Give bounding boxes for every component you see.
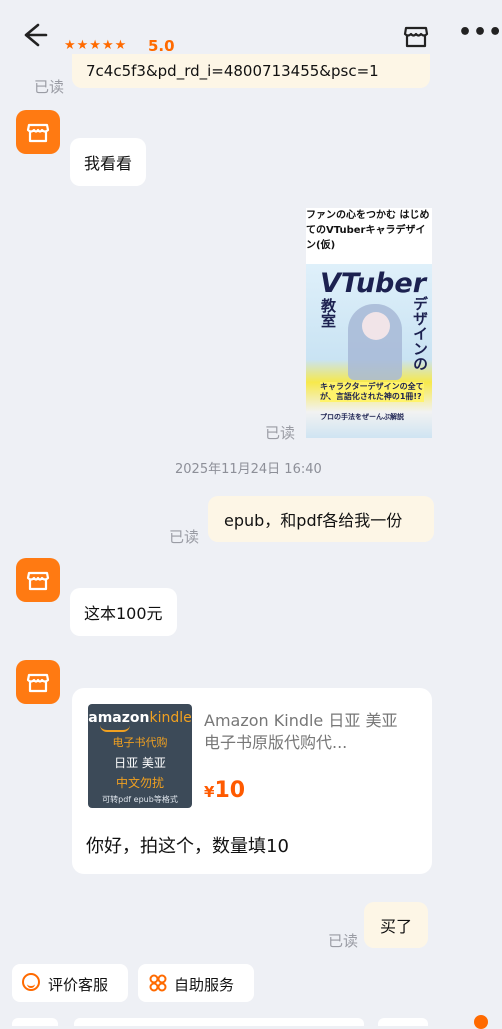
price-currency: ¥ [204, 783, 215, 801]
product-title[interactable]: Amazon Kindle 日亚 美亚 电子书原版代购代... [204, 710, 410, 754]
read-receipt: 已读 [34, 78, 65, 96]
cover-bottom-text: プロの手法をぜーんぶ解説 [320, 413, 404, 421]
smile-icon [22, 973, 40, 991]
input-bar-segment[interactable] [12, 1018, 58, 1026]
message-link-text: 7c4c5f3&pd_rd_i=4800713455&psc=1 [86, 62, 379, 80]
kindle-brand: amazonkindle [88, 710, 192, 726]
kindle-line-1: 电子书代购 [112, 736, 168, 749]
avatar[interactable] [16, 660, 60, 704]
book-cover-art: VTuber 教室 デザインの キャラクターデザインの全てが、言語化された神の1… [306, 264, 432, 438]
rate-service-label: 评价客服 [48, 976, 109, 994]
message-bubble[interactable]: epub，和pdf各给我一份 [208, 496, 434, 542]
message-bubble[interactable]: 这本100元 [70, 588, 177, 636]
notification-dot [474, 1015, 488, 1029]
message-link[interactable]: 7c4c5f3&pd_rd_i=4800713455&psc=1 [72, 54, 430, 88]
cover-side-title: デザインの [411, 296, 429, 371]
message-text: epub，和pdf各给我一份 [224, 511, 403, 530]
cover-character-face [362, 312, 390, 340]
shop-icon[interactable] [402, 22, 430, 50]
price-value: 10 [214, 778, 246, 803]
message-text: 这本100元 [84, 604, 163, 623]
read-receipt: 已读 [265, 424, 296, 442]
cover-left-title: 教室 [319, 298, 337, 328]
input-bar-segment[interactable] [378, 1018, 428, 1026]
self-service-button[interactable]: 自助服务 [138, 964, 254, 1002]
book-cover-image[interactable]: ファンの心をつかむ はじめてのVTuberキャラデザイン(仮) VTuber 教… [306, 208, 432, 438]
more-icon[interactable]: ••• [458, 20, 502, 45]
rating-value: 5.0 [148, 37, 175, 55]
bottom-input-bar [0, 1012, 502, 1029]
cover-big-title: VTuber [320, 268, 427, 299]
kindle-line-2: 日亚 美亚 [114, 756, 166, 770]
kindle-line-4: 可转pdf epub等格式 [102, 795, 178, 804]
input-bar-segment[interactable] [74, 1018, 364, 1026]
kindle-brand-amazon: amazon [88, 710, 150, 726]
rating-stars: ★★★★★ [64, 38, 128, 53]
timestamp: 2025年11月24日 16:40 [175, 462, 322, 477]
read-receipt: 已读 [328, 932, 359, 950]
cover-band-text: キャラクターデザインの全てが、言語化された神の1冊!? [320, 382, 424, 402]
self-service-label: 自助服务 [174, 976, 235, 994]
book-title: ファンの心をつかむ はじめてのVTuberキャラデザイン(仮) [306, 210, 430, 251]
kindle-product-image[interactable]: amazonkindle 电子书代购 日亚 美亚 中文勿扰 可转pdf epub… [88, 704, 192, 808]
read-receipt: 已读 [169, 528, 200, 546]
message-text: 你好，拍这个，数量填10 [86, 836, 289, 857]
message-text: 我看看 [84, 154, 133, 173]
message-bubble[interactable]: 我看看 [70, 138, 147, 186]
avatar[interactable] [16, 110, 60, 154]
kindle-smile-icon [100, 725, 130, 732]
self-service-icon [148, 973, 168, 993]
product-card[interactable]: amazonkindle 电子书代购 日亚 美亚 中文勿扰 可转pdf epub… [72, 688, 432, 874]
rate-service-button[interactable]: 评价客服 [12, 964, 128, 1002]
kindle-brand-kindle: kindle [149, 710, 192, 726]
product-price: ¥10 [204, 778, 245, 803]
message-bubble[interactable]: 买了 [364, 902, 429, 948]
message-text: 买了 [380, 917, 413, 936]
avatar[interactable] [16, 558, 60, 602]
back-arrow-icon[interactable] [18, 20, 48, 50]
kindle-line-3: 中文勿扰 [115, 776, 164, 790]
